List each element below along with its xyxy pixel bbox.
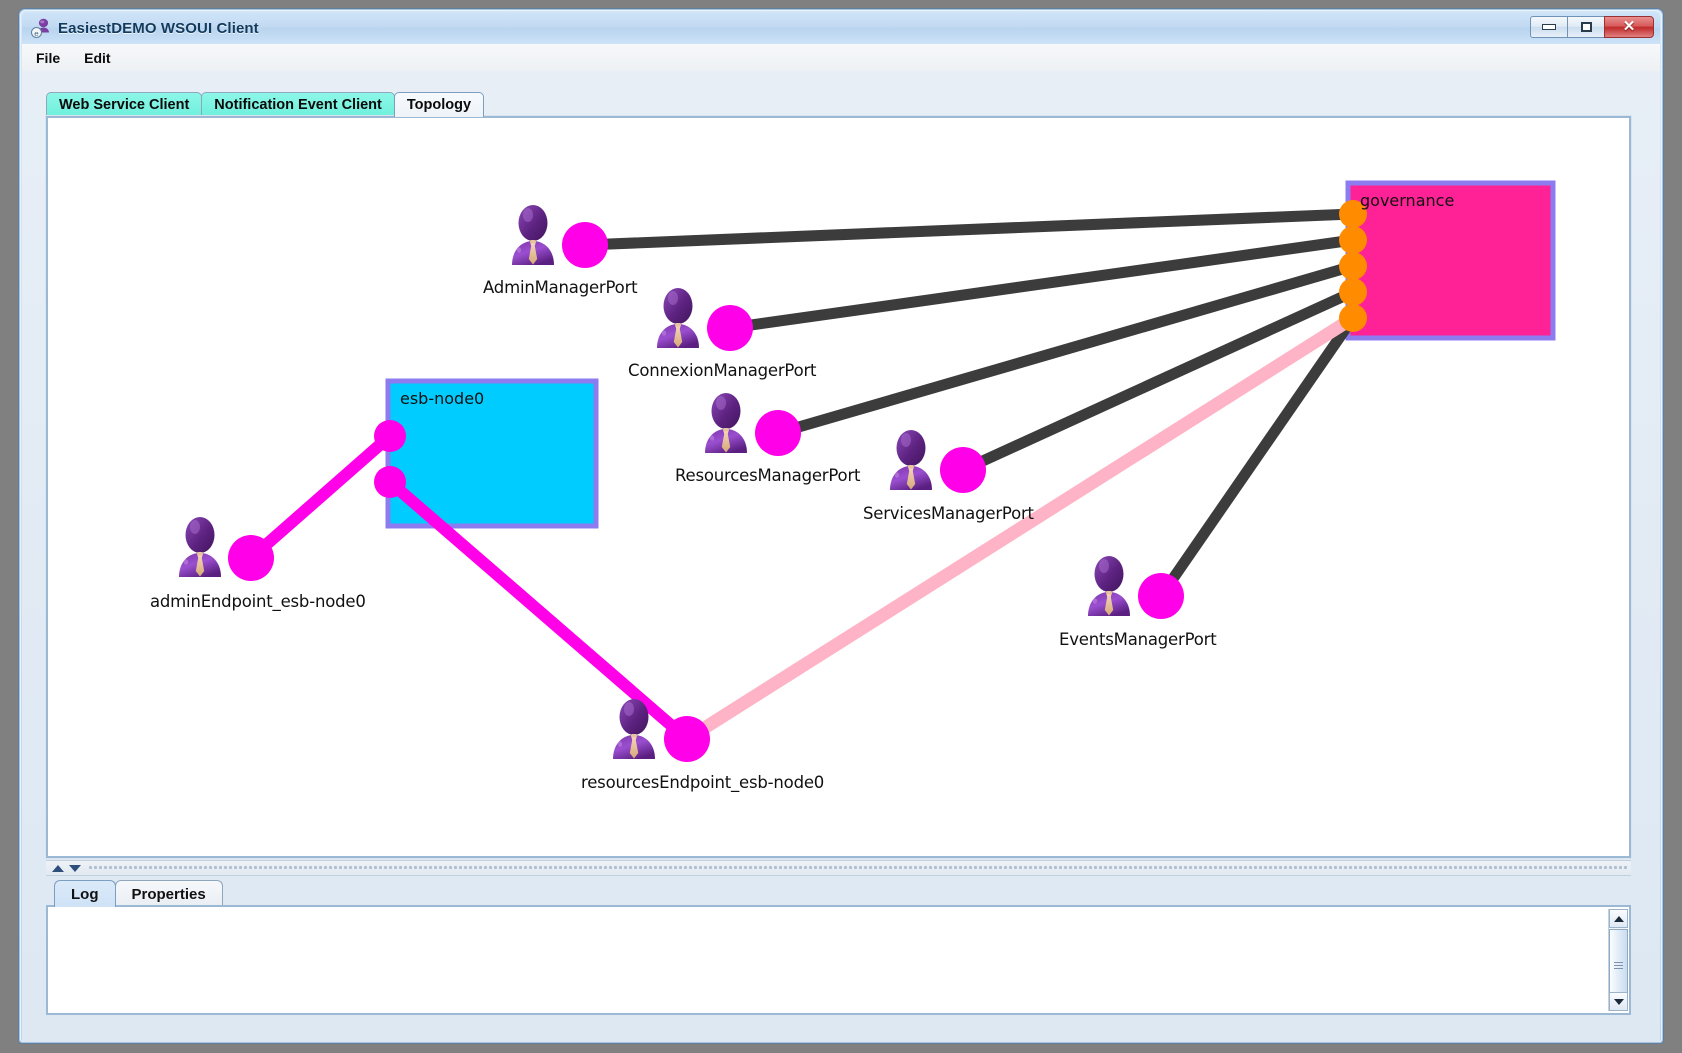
graph-node-gov-port-4[interactable]: [1339, 278, 1367, 306]
window-title: EasiestDEMO WSOUI Client: [58, 19, 259, 37]
maximize-icon: [1580, 22, 1592, 32]
topology-graph-canvas[interactable]: [48, 118, 1629, 856]
graph-node-label-adminEndpoint_esb-node0: adminEndpoint_esb-node0: [150, 592, 366, 611]
split-pane-divider[interactable]: [46, 860, 1631, 876]
graph-node-ServicesManagerPort[interactable]: [940, 447, 986, 493]
log-panel[interactable]: [46, 905, 1631, 1015]
app-icon: e: [31, 18, 51, 38]
minimize-button[interactable]: [1530, 16, 1568, 38]
menu-item-edit[interactable]: Edit: [74, 47, 120, 69]
scroll-down-icon: [1613, 998, 1624, 1005]
graph-node-label-ConnexionManagerPort: ConnexionManagerPort: [628, 361, 817, 380]
graph-node-EventsManagerPort[interactable]: [1138, 573, 1184, 619]
topology-graph-panel[interactable]: AdminManagerPort ConnexionManagerPort Reso…: [46, 116, 1631, 858]
graph-container-label-esb-node0: esb-node0: [400, 389, 485, 408]
title-bar[interactable]: e EasiestDEMO WSOUI Client ✕: [22, 12, 1660, 44]
graph-node-esb-port-1[interactable]: [374, 420, 406, 452]
person-avatar-icon: [1088, 556, 1130, 616]
minimize-icon: [1542, 24, 1556, 30]
maximize-button[interactable]: [1567, 16, 1605, 38]
application-window: e EasiestDEMO WSOUI Client ✕ File Edit W…: [18, 8, 1664, 1044]
graph-edge[interactable]: [776, 260, 1355, 439]
tab-log[interactable]: Log: [54, 880, 116, 907]
log-scrollbar[interactable]: [1608, 909, 1628, 1011]
person-avatar-icon: [657, 288, 699, 348]
graph-node-label-AdminManagerPort: AdminManagerPort: [483, 278, 638, 297]
person-avatar-icon: [179, 517, 221, 577]
graph-node-label-EventsManagerPort: EventsManagerPort: [1059, 630, 1217, 649]
menu-item-file[interactable]: File: [26, 47, 70, 69]
graph-node-gov-port-5[interactable]: [1339, 304, 1367, 332]
tab-properties[interactable]: Properties: [114, 880, 223, 907]
scroll-thumb-grip: [1614, 961, 1623, 963]
graph-node-gov-port-3[interactable]: [1339, 252, 1367, 280]
menu-bar: File Edit: [22, 44, 1660, 72]
graph-edge[interactable]: [584, 208, 1354, 251]
close-button[interactable]: ✕: [1604, 16, 1654, 38]
graph-node-label-ServicesManagerPort: ServicesManagerPort: [863, 504, 1034, 523]
window-controls: ✕: [1530, 16, 1654, 38]
graph-node-esb-port-2[interactable]: [374, 466, 406, 498]
main-tab-strip: Web Service Client Notification Event Cl…: [46, 91, 485, 117]
close-icon: ✕: [1622, 18, 1636, 35]
tab-topology[interactable]: Topology: [393, 92, 485, 117]
graph-node-ConnexionManagerPort[interactable]: [707, 305, 753, 351]
tab-web-service-client[interactable]: Web Service Client: [46, 92, 203, 117]
collapse-down-icon[interactable]: [69, 864, 81, 872]
graph-node-adminEndpoint_esb-node0[interactable]: [228, 535, 274, 581]
graph-node-label-ResourcesManagerPort: ResourcesManagerPort: [675, 466, 861, 485]
person-avatar-icon: [512, 205, 554, 265]
divider-grip[interactable]: [88, 865, 1627, 871]
svg-text:e: e: [34, 29, 39, 38]
scroll-thumb[interactable]: [1609, 929, 1628, 995]
graph-node-resourcesEndpoint_esb-node0[interactable]: [664, 716, 710, 762]
person-avatar-icon: [705, 393, 747, 453]
graph-node-ResourcesManagerPort[interactable]: [755, 410, 801, 456]
scroll-up-button[interactable]: [1609, 909, 1628, 928]
bottom-tab-strip: Log Properties: [54, 879, 223, 907]
collapse-up-icon[interactable]: [52, 864, 64, 872]
person-avatar-icon: [890, 430, 932, 490]
graph-container-label-governance: governance: [1360, 191, 1455, 210]
content-area: Web Service Client Notification Event Cl…: [22, 71, 1660, 1042]
scroll-down-button[interactable]: [1609, 992, 1628, 1011]
graph-edge[interactable]: [729, 234, 1354, 334]
graph-node-label-resourcesEndpoint_esb-node0: resourcesEndpoint_esb-node0: [581, 773, 825, 792]
graph-edge[interactable]: [247, 431, 394, 563]
graph-node-gov-port-2[interactable]: [1339, 226, 1367, 254]
tab-notification-event-client[interactable]: Notification Event Client: [201, 92, 395, 117]
graph-edge[interactable]: [683, 312, 1357, 745]
scroll-up-icon: [1613, 915, 1624, 922]
graph-edge[interactable]: [1156, 314, 1358, 600]
graph-node-AdminManagerPort[interactable]: [562, 222, 608, 268]
